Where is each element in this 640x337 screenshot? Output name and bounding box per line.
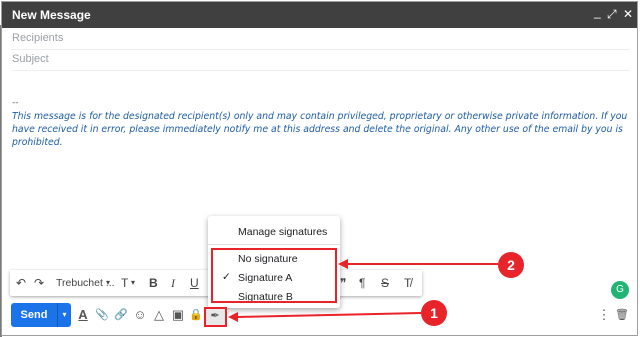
arrow-1-line — [235, 312, 422, 318]
annotation-arrows — [228, 259, 498, 322]
annotation-badge-1: 1 — [421, 300, 447, 326]
annotation-badge-2: 2 — [498, 252, 524, 278]
screenshot: New Message _ ⤢ ✕ Recipients Subject -- … — [0, 0, 640, 337]
arrow-1-head — [228, 312, 238, 322]
arrow-2-head — [338, 259, 348, 269]
